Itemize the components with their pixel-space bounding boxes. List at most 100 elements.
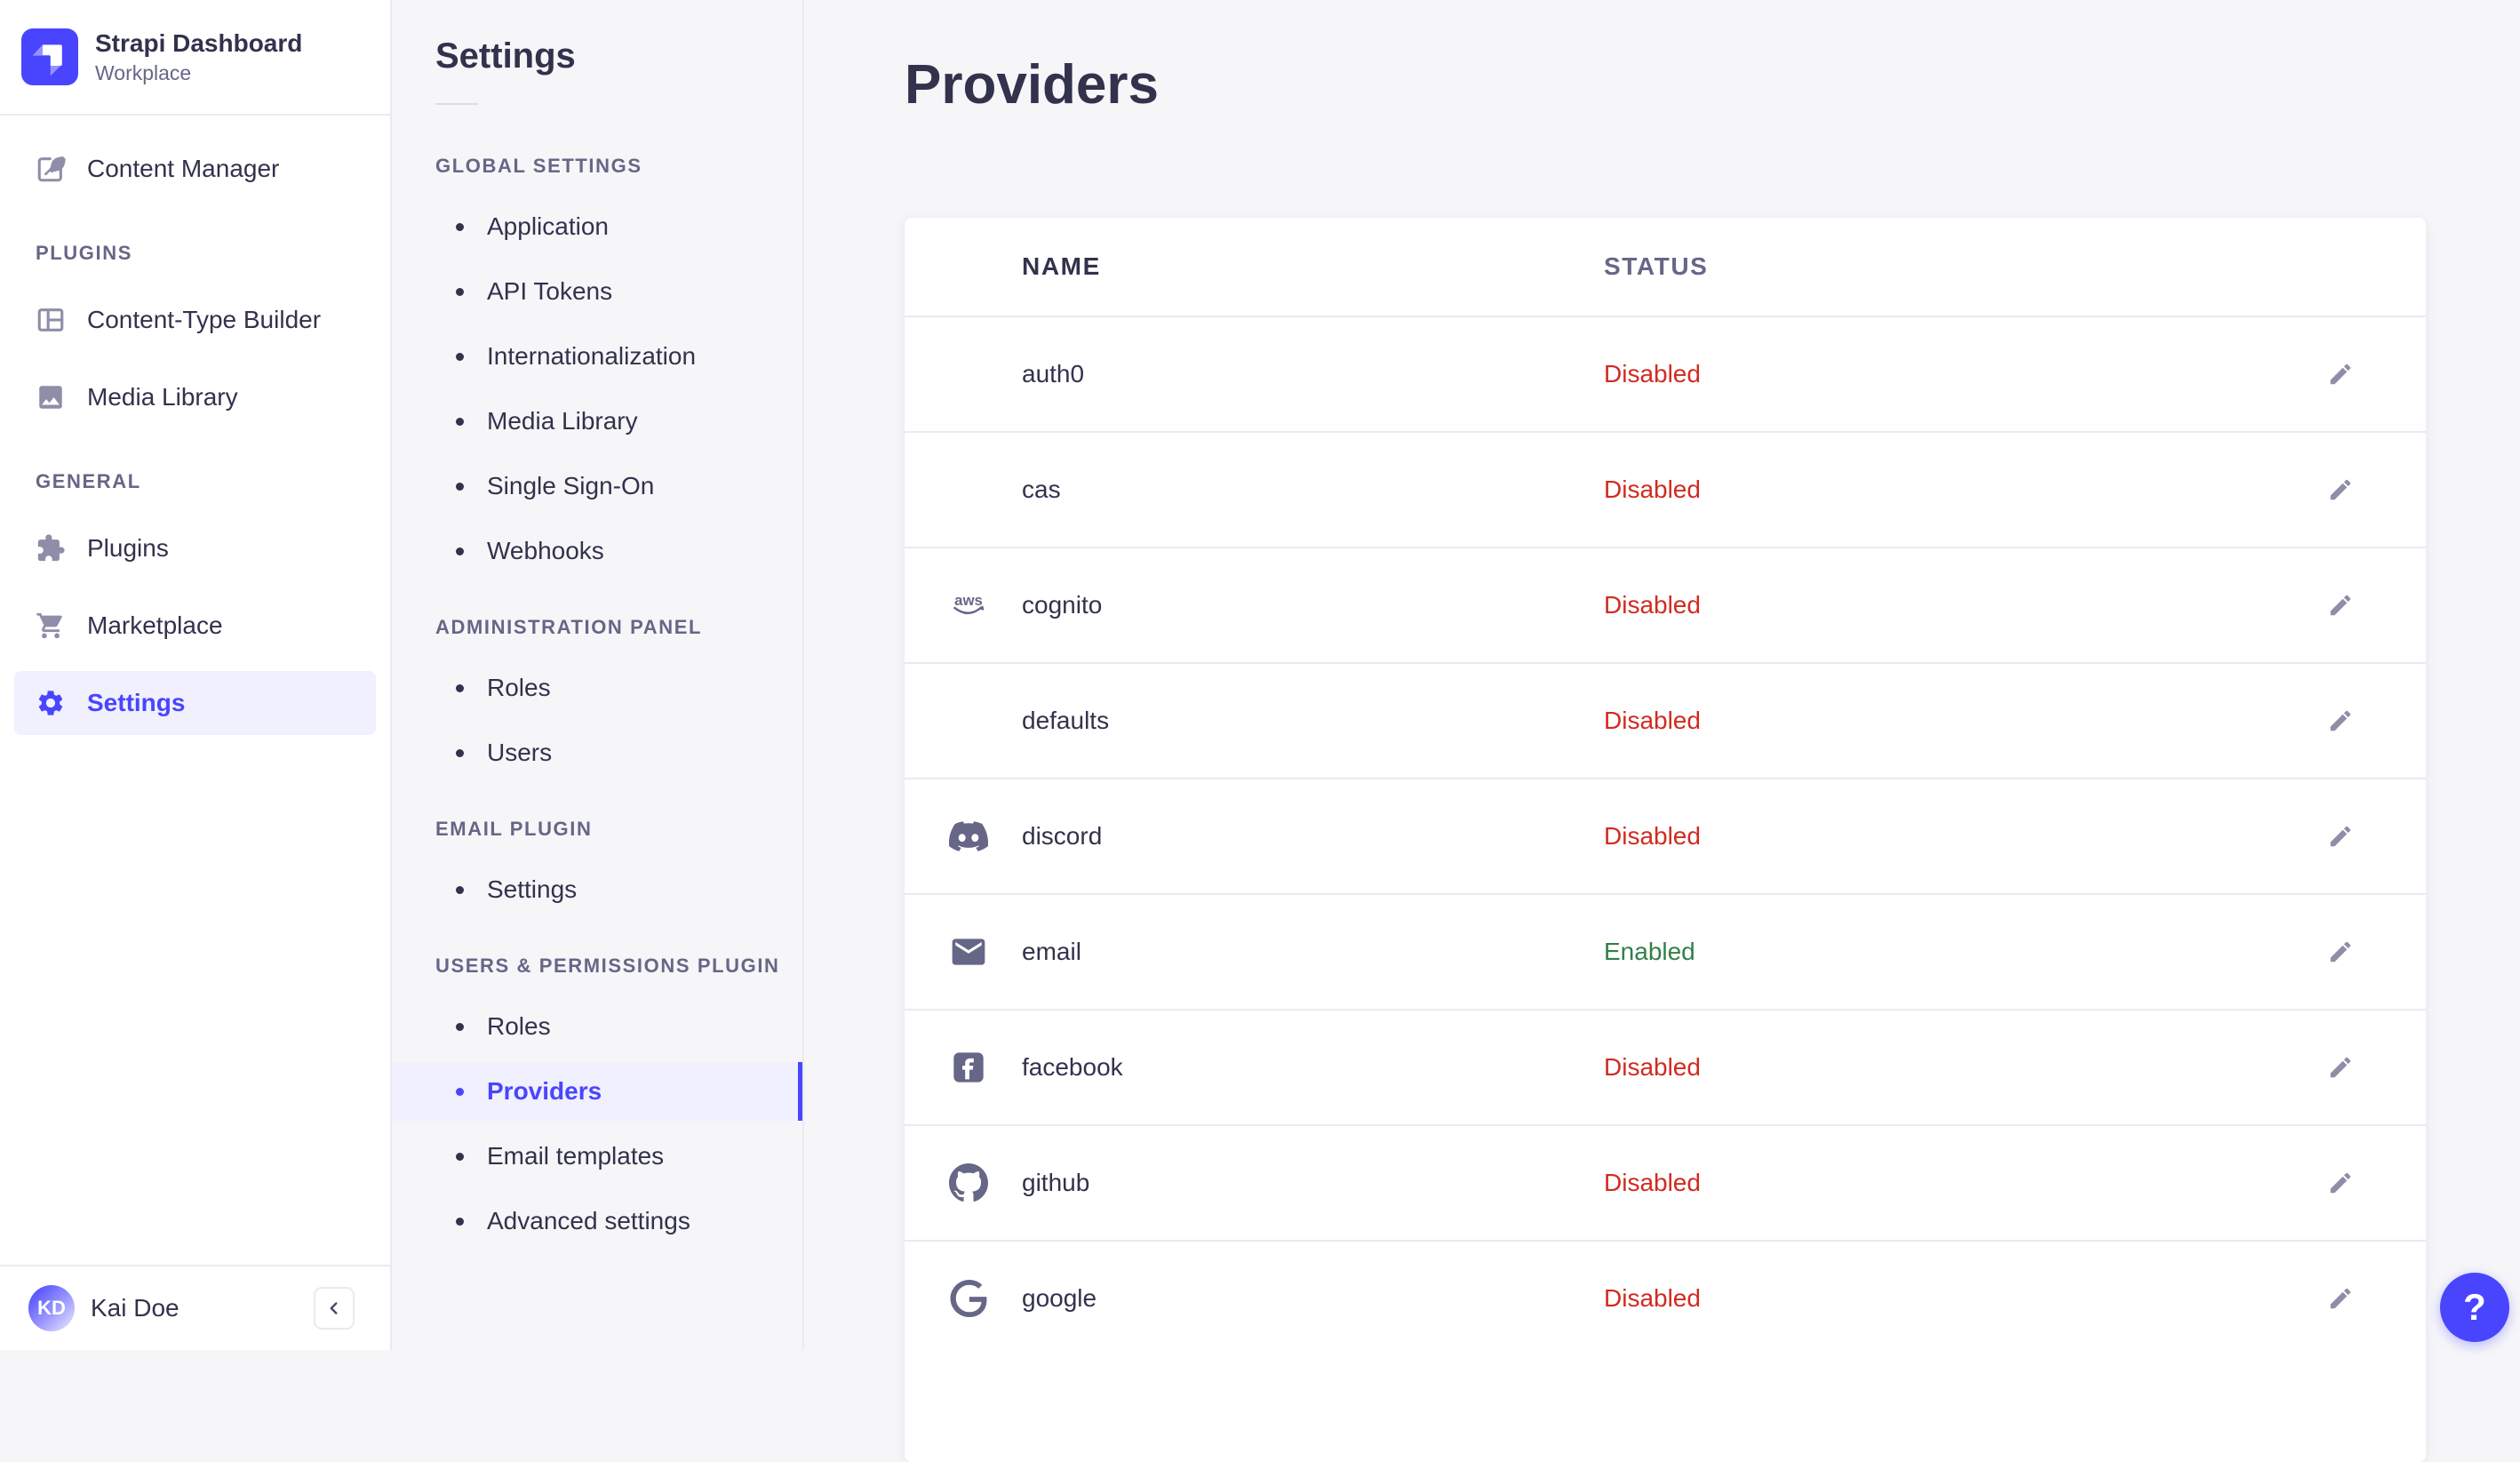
edit-provider-button-facebook[interactable]: [2323, 1050, 2358, 1085]
provider-status-badge: Disabled: [1604, 1284, 1701, 1312]
edit-provider-button-discord[interactable]: [2323, 819, 2358, 854]
edit-icon: [2327, 1285, 2354, 1312]
provider-name: email: [1022, 938, 1081, 965]
subnav-item-users-permissions-plugin--roles[interactable]: Roles: [392, 997, 802, 1056]
bullet-dot: [456, 1152, 464, 1161]
edit-provider-button-email[interactable]: [2323, 934, 2358, 970]
bullet-dot: [456, 748, 464, 757]
provider-icon-cell: [947, 1050, 990, 1085]
subnav-item-global-settings--media-library[interactable]: Media Library: [392, 392, 802, 451]
subnav-item-global-settings--internationalization[interactable]: Internationalization: [392, 327, 802, 386]
provider-status-badge: Disabled: [1604, 360, 1701, 387]
subnav-item-email-plugin--settings[interactable]: Settings: [392, 860, 802, 919]
sidebar-item-label: Media Library: [87, 383, 238, 411]
subnav-item-global-settings--webhooks[interactable]: Webhooks: [392, 522, 802, 580]
provider-row-cas[interactable]: cas Disabled: [905, 431, 2426, 547]
sidebar-item-label: Content Manager: [87, 155, 280, 182]
subnav-item-users-permissions-plugin--providers[interactable]: Providers: [392, 1062, 802, 1121]
discord-icon: [949, 817, 988, 856]
user-menu[interactable]: KD Kai Doe: [0, 1266, 390, 1350]
sidebar-item-content-type-builder[interactable]: Content-Type Builder: [14, 288, 376, 352]
provider-row-defaults[interactable]: defaults Disabled: [905, 662, 2426, 778]
edit-provider-button-github[interactable]: [2323, 1165, 2358, 1201]
help-button[interactable]: ?: [2440, 1273, 2509, 1342]
provider-row-facebook[interactable]: facebook Disabled: [905, 1009, 2426, 1124]
edit-provider-button-cognito[interactable]: [2323, 587, 2358, 623]
bullet-dot: [456, 1087, 464, 1096]
provider-status-badge: Disabled: [1604, 822, 1701, 850]
email-icon: [949, 932, 988, 971]
sidebar-item-marketplace[interactable]: Marketplace: [14, 594, 376, 658]
edit-icon: [2327, 361, 2354, 387]
nav-section-label-general: GENERAL: [36, 470, 141, 492]
facebook-icon: [951, 1050, 986, 1085]
provider-row-google[interactable]: google Disabled: [905, 1240, 2426, 1355]
subnav-item-global-settings--api-tokens[interactable]: API Tokens: [392, 262, 802, 321]
column-header-status: STATUS: [1604, 252, 1709, 280]
sidebar-footer: KD Kai Doe: [0, 1265, 390, 1350]
bullet-dot: [456, 683, 464, 692]
subnav-item-users-permissions-plugin--email-templates[interactable]: Email templates: [392, 1127, 802, 1186]
provider-name: auth0: [1022, 360, 1085, 387]
strapi-logo-icon: [21, 28, 78, 85]
media-library-icon: [36, 382, 66, 412]
subnav-item-label: Roles: [487, 674, 551, 701]
edit-icon: [2327, 939, 2354, 965]
main-nav: Content Manager PLUGINS Content-Type Build…: [0, 116, 390, 1265]
subnav-item-label: Webhooks: [487, 537, 604, 564]
provider-status-badge: Disabled: [1604, 475, 1701, 503]
provider-status-badge: Disabled: [1604, 707, 1701, 734]
provider-name: cognito: [1022, 591, 1103, 619]
subnav-item-global-settings--application[interactable]: Application: [392, 197, 802, 256]
provider-icon-cell: [947, 1163, 990, 1202]
subnav-item-administration-panel--roles[interactable]: Roles: [392, 659, 802, 717]
page-title: Providers: [905, 54, 1160, 116]
brand[interactable]: Strapi Dashboard Workplace: [0, 0, 390, 114]
edit-provider-button-auth0[interactable]: [2323, 356, 2358, 392]
subnav-item-label: Settings: [487, 875, 578, 903]
subnav-item-administration-panel--users[interactable]: Users: [392, 723, 802, 782]
sidebar-item-label: Plugins: [87, 534, 169, 562]
provider-status-badge: Disabled: [1604, 1053, 1701, 1081]
provider-row-email[interactable]: email Enabled: [905, 893, 2426, 1009]
subnav-item-label: Advanced settings: [487, 1207, 690, 1234]
subnav-item-users-permissions-plugin--advanced-settings[interactable]: Advanced settings: [392, 1192, 802, 1250]
subnav-title: Settings: [435, 36, 576, 76]
settings-icon: [36, 688, 66, 718]
edit-provider-button-defaults[interactable]: [2323, 703, 2358, 739]
provider-icon-cell: [947, 817, 990, 856]
main-sidebar: Strapi Dashboard Workplace Content Manag…: [0, 0, 392, 1350]
sidebar-item-settings[interactable]: Settings: [14, 671, 376, 735]
provider-icon-cell: [947, 591, 990, 619]
provider-row-discord[interactable]: discord Disabled: [905, 778, 2426, 893]
marketplace-icon: [36, 611, 66, 641]
collapse-sidebar-button[interactable]: [314, 1287, 355, 1330]
provider-name: google: [1022, 1284, 1097, 1312]
provider-row-cognito[interactable]: cognito Disabled: [905, 547, 2426, 662]
subnav-section-label-global-settings: GLOBAL SETTINGS: [435, 155, 642, 177]
provider-icon-cell: [947, 932, 990, 971]
subnav-item-label: Application: [487, 212, 609, 240]
sidebar-item-media-library[interactable]: Media Library: [14, 365, 376, 429]
sidebar-item-plugins[interactable]: Plugins: [14, 516, 376, 580]
provider-row-github[interactable]: github Disabled: [905, 1124, 2426, 1240]
subnav-section-label-administration-panel: ADMINISTRATION PANEL: [435, 616, 703, 638]
edit-provider-button-cas[interactable]: [2323, 472, 2358, 507]
edit-provider-button-google[interactable]: [2323, 1281, 2358, 1316]
edit-icon: [2327, 592, 2354, 619]
chevron-left-icon: [324, 1298, 344, 1318]
user-name: Kai Doe: [91, 1294, 179, 1322]
bullet-dot: [456, 547, 464, 555]
sidebar-item-content-manager[interactable]: Content Manager: [14, 137, 376, 201]
subnav-item-label: Users: [487, 739, 553, 766]
brand-subtitle: Workplace: [95, 61, 192, 84]
provider-status-badge: Disabled: [1604, 1169, 1701, 1196]
provider-row-auth0[interactable]: auth0 Disabled: [905, 316, 2426, 431]
subnav-section-label-users-permissions-plugin: USERS & PERMISSIONS PLUGIN: [435, 955, 780, 977]
edit-icon: [2327, 1170, 2354, 1196]
subnav-item-global-settings--single-sign-on[interactable]: Single Sign-On: [392, 457, 802, 515]
content-type-builder-icon: [36, 305, 66, 335]
provider-name: cas: [1022, 475, 1061, 503]
bullet-dot: [456, 287, 464, 296]
google-icon: [950, 1280, 987, 1317]
